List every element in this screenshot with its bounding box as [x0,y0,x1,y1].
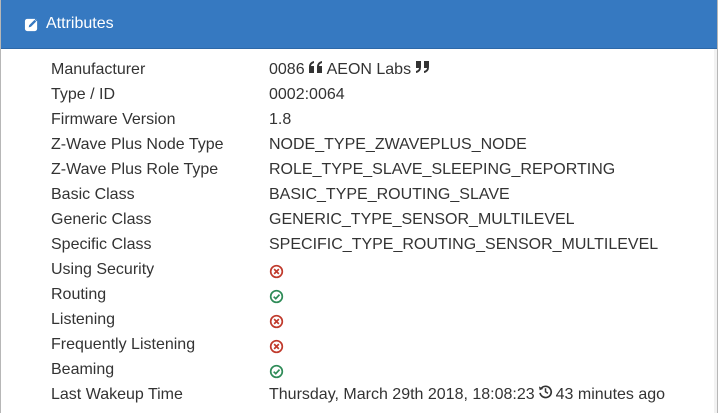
attributes-list: Manufacturer 0086 AEON Labs Type / ID 00… [1,57,717,407]
attr-label: Last Wakeup Time [51,386,183,403]
last-wakeup-datetime: Thursday, March 29th 2018, 18:08:23 [269,386,535,403]
attr-label: Generic Class [51,211,152,228]
panel-title: Attributes [46,15,114,32]
attr-value [269,282,284,307]
attr-value: GENERIC_TYPE_SENSOR_MULTILEVEL [269,211,575,228]
attr-label: Specific Class [51,236,152,253]
attr-label: Routing [51,286,107,303]
history-icon [538,382,553,407]
attr-value [269,257,284,282]
attr-row-zwave-role-type: Z-Wave Plus Role Type ROLE_TYPE_SLAVE_SL… [1,157,717,182]
panel-header: Attributes [1,0,717,49]
attr-row-beaming: Beaming [1,357,717,382]
attr-value: BASIC_TYPE_ROUTING_SLAVE [269,186,510,203]
attr-label: Type / ID [51,86,116,103]
manufacturer-name: AEON Labs [326,61,412,78]
check-circle-icon [269,362,284,379]
attr-row-basic-class: Basic Class BASIC_TYPE_ROUTING_SLAVE [1,182,717,207]
attributes-panel: Attributes Manufacturer 0086 AEON Labs T… [0,0,718,413]
attr-row-listening: Listening [1,307,717,332]
quote-right-icon [414,57,430,82]
attr-row-firmware: Firmware Version 1.8 [1,107,717,132]
attr-row-using-security: Using Security [1,257,717,282]
attr-label: Firmware Version [51,111,176,128]
attr-label: Basic Class [51,186,135,203]
attr-row-generic-class: Generic Class GENERIC_TYPE_SENSOR_MULTIL… [1,207,717,232]
attr-value [269,332,284,357]
attr-row-routing: Routing [1,282,717,307]
attr-row-specific-class: Specific Class SPECIFIC_TYPE_ROUTING_SEN… [1,232,717,257]
attr-row-type-id: Type / ID 0002:0064 [1,82,717,107]
attr-row-frequently-listening: Frequently Listening [1,332,717,357]
manufacturer-id: 0086 [269,61,305,78]
x-circle-icon [269,262,284,279]
attr-value [269,307,284,332]
attr-value: SPECIFIC_TYPE_ROUTING_SENSOR_MULTILEVEL [269,236,659,253]
x-circle-icon [269,337,284,354]
last-wakeup-relative: 43 minutes ago [555,386,666,403]
quote-left-icon [308,57,324,82]
scrollbar-track[interactable] [714,49,717,413]
attr-value: NODE_TYPE_ZWAVEPLUS_NODE [269,136,527,153]
attr-label: Beaming [51,361,115,378]
attr-label: Manufacturer [51,61,146,78]
attr-value: ROLE_TYPE_SLAVE_SLEEPING_REPORTING [269,161,616,178]
attr-row-zwave-node-type: Z-Wave Plus Node Type NODE_TYPE_ZWAVEPLU… [1,132,717,157]
attr-value: 0086 AEON Labs [269,57,433,82]
attr-value [269,357,284,382]
attr-label: Z-Wave Plus Role Type [51,161,219,178]
attr-row-last-wakeup: Last Wakeup Time Thursday, March 29th 20… [1,382,717,407]
attr-label: Using Security [51,261,155,278]
attr-label: Z-Wave Plus Node Type [51,136,224,153]
x-circle-icon [269,312,284,329]
attr-label: Frequently Listening [51,336,196,353]
attr-row-manufacturer: Manufacturer 0086 AEON Labs [1,57,717,82]
attr-value: 1.8 [269,111,292,128]
attr-value: 0002:0064 [269,86,345,103]
edit-icon [23,16,40,33]
check-circle-icon [269,287,284,304]
attr-label: Listening [51,311,116,328]
attr-value: Thursday, March 29th 2018, 18:08:23 43 m… [269,382,665,407]
